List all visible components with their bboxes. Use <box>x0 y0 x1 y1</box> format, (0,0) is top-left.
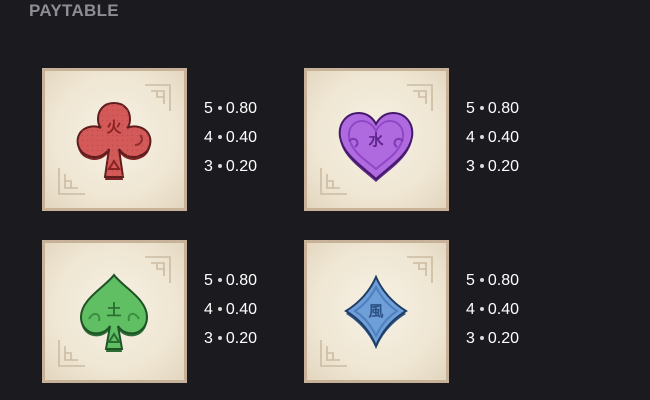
payout-value: 0.40 <box>487 129 520 146</box>
separator-dot-icon <box>217 335 222 340</box>
blue-diamond-wind-icon: 風 <box>344 274 408 349</box>
payout-row: 5 0.80 <box>466 271 576 300</box>
match-count: 3 <box>466 158 475 175</box>
separator-dot-icon <box>479 163 484 168</box>
page-title: PAYTABLE <box>29 1 119 20</box>
payout-row: 3 0.20 <box>204 329 314 358</box>
separator-dot-icon <box>479 134 484 139</box>
payout-value: 0.20 <box>487 158 520 175</box>
payout-list: 5 0.80 4 0.40 3 0.20 <box>204 271 314 358</box>
match-count: 5 <box>204 272 213 289</box>
payout-list: 5 0.80 4 0.40 3 0.20 <box>466 99 576 186</box>
payout-row: 5 0.80 <box>204 99 314 128</box>
separator-dot-icon <box>479 277 484 282</box>
payout-list: 5 0.80 4 0.40 3 0.20 <box>204 99 314 186</box>
symbol-card: 火 <box>42 68 187 211</box>
match-count: 3 <box>204 158 213 175</box>
payout-value: 0.40 <box>487 301 520 318</box>
separator-dot-icon <box>217 277 222 282</box>
symbol-card: 風 <box>304 240 449 383</box>
separator-dot-icon <box>479 105 484 110</box>
red-club-fire-icon: 火 <box>76 101 152 180</box>
green-spade-earth-icon: 土 <box>79 273 149 352</box>
symbol-card: 土 <box>42 240 187 383</box>
separator-dot-icon <box>217 306 222 311</box>
match-count: 4 <box>204 301 213 318</box>
payout-value: 0.80 <box>225 272 258 289</box>
match-count: 3 <box>466 330 475 347</box>
payout-value: 0.20 <box>225 158 258 175</box>
payout-row: 5 0.80 <box>204 271 314 300</box>
separator-dot-icon <box>479 335 484 340</box>
svg-text:風: 風 <box>368 302 383 320</box>
purple-heart-water-icon: 水 <box>338 111 414 182</box>
match-count: 5 <box>204 100 213 117</box>
payout-value: 0.80 <box>225 100 258 117</box>
svg-text:水: 水 <box>368 131 384 149</box>
paytable-entry-diamond: 風 5 0.80 4 0.40 3 0.20 <box>304 240 519 383</box>
payout-row: 5 0.80 <box>466 99 576 128</box>
paytable-entry-spade: 土 5 0.80 4 0.40 3 0.20 <box>42 240 257 383</box>
match-count: 5 <box>466 272 475 289</box>
separator-dot-icon <box>479 306 484 311</box>
paytable-page: PAYTABLE 火 5 0.80 4 0.40 3 0.20 水 5 0.80… <box>0 0 650 400</box>
match-count: 4 <box>204 129 213 146</box>
payout-value: 0.40 <box>225 129 258 146</box>
payout-list: 5 0.80 4 0.40 3 0.20 <box>466 271 576 358</box>
match-count: 3 <box>204 330 213 347</box>
payout-row: 4 0.40 <box>204 128 314 157</box>
payout-row: 3 0.20 <box>466 329 576 358</box>
payout-value: 0.80 <box>487 100 520 117</box>
paytable-entry-club: 火 5 0.80 4 0.40 3 0.20 <box>42 68 257 211</box>
separator-dot-icon <box>217 163 222 168</box>
svg-text:土: 土 <box>106 301 121 319</box>
paytable-entry-heart: 水 5 0.80 4 0.40 3 0.20 <box>304 68 519 211</box>
symbol-card: 水 <box>304 68 449 211</box>
payout-value: 0.40 <box>225 301 258 318</box>
separator-dot-icon <box>217 105 222 110</box>
payout-value: 0.20 <box>487 330 520 347</box>
payout-row: 4 0.40 <box>204 300 314 329</box>
match-count: 4 <box>466 129 475 146</box>
payout-value: 0.80 <box>487 272 520 289</box>
svg-text:火: 火 <box>106 118 122 136</box>
match-count: 4 <box>466 301 475 318</box>
match-count: 5 <box>466 100 475 117</box>
payout-row: 3 0.20 <box>204 157 314 186</box>
payout-value: 0.20 <box>225 330 258 347</box>
payout-row: 4 0.40 <box>466 128 576 157</box>
payout-row: 3 0.20 <box>466 157 576 186</box>
separator-dot-icon <box>217 134 222 139</box>
payout-row: 4 0.40 <box>466 300 576 329</box>
